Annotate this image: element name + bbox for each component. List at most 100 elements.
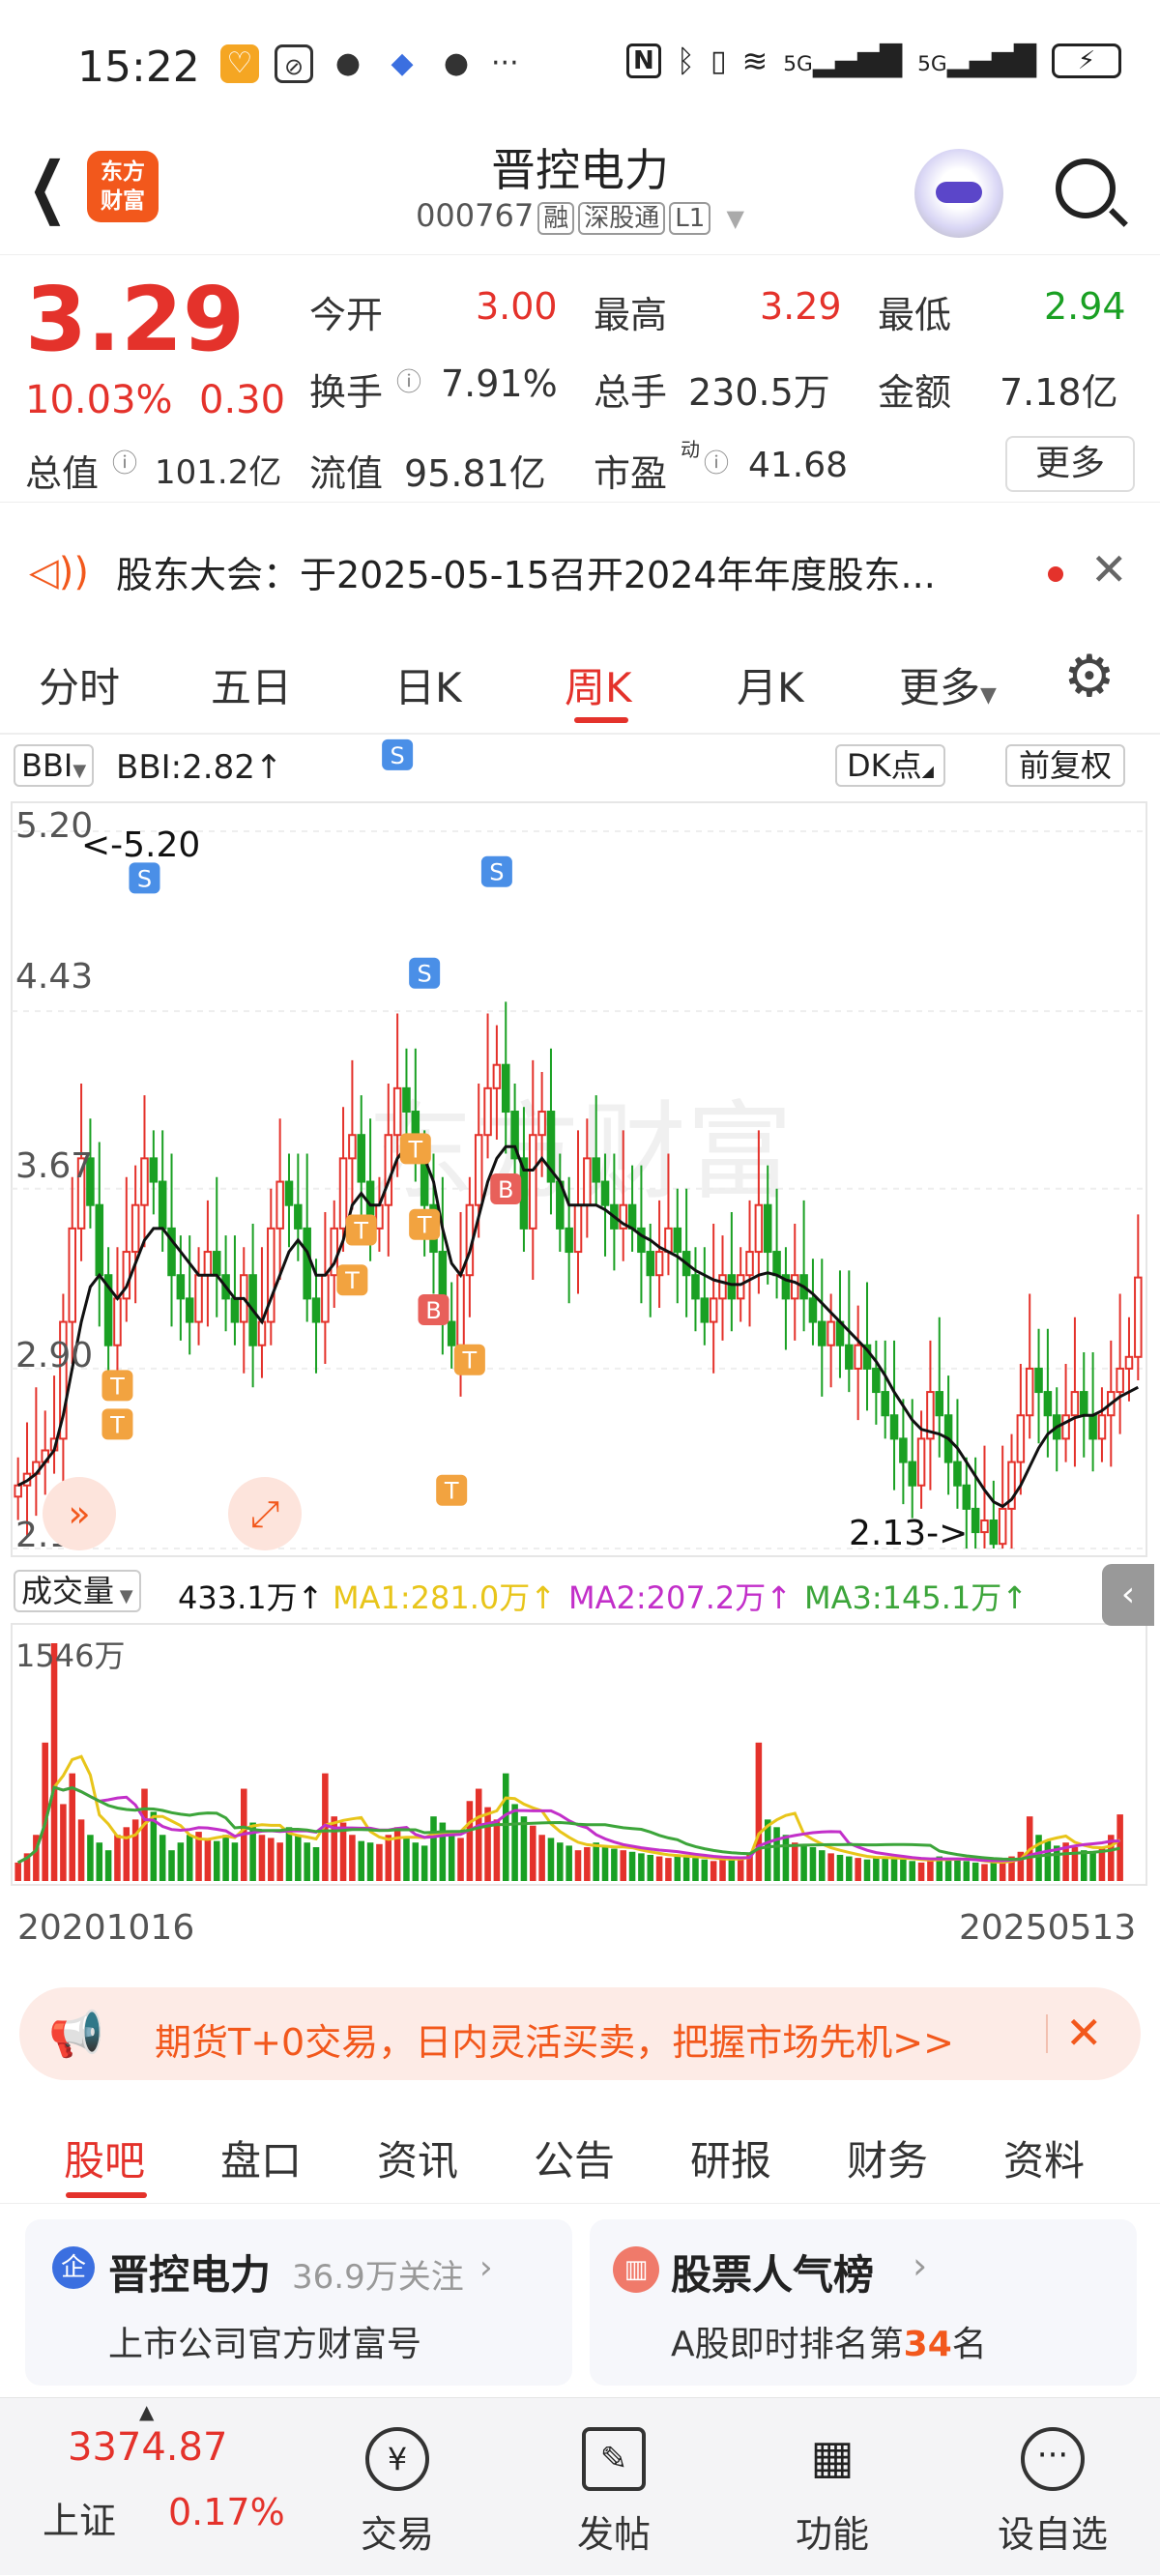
candle-body xyxy=(501,1063,510,1114)
volume-bar xyxy=(990,1862,998,1881)
tab-monthly-k[interactable]: 月K xyxy=(737,655,804,714)
candle-body xyxy=(736,1274,745,1300)
candle-body xyxy=(826,1320,835,1346)
pe-label: 市盈 xyxy=(594,452,668,495)
volume-bar xyxy=(96,1842,103,1881)
signal-label: B xyxy=(425,1297,441,1324)
candlestick-chart[interactable]: 东方财富 SSSSTTTTTTTTBB xyxy=(0,735,1160,1953)
tab-weekly-k[interactable]: 周K xyxy=(565,655,632,714)
volume-bar xyxy=(285,1827,293,1881)
collapse-panel-button[interactable]: ‹ xyxy=(1102,1564,1154,1626)
tab-announcements[interactable]: 公告 xyxy=(534,2128,615,2187)
volume-indicator-select[interactable]: 成交量 ▼ xyxy=(14,1570,141,1612)
assistant-robot-icon[interactable] xyxy=(914,149,1003,238)
tab-intraday[interactable]: 分时 xyxy=(39,655,120,714)
tab-forum[interactable]: 股吧 xyxy=(64,2128,145,2187)
pe-info-icon[interactable]: ⓘ xyxy=(704,444,729,479)
volume-bar xyxy=(574,1850,582,1881)
fullscreen-icon[interactable]: ⤢ xyxy=(228,1477,302,1550)
turnover-info-icon[interactable]: ⓘ xyxy=(396,362,421,398)
volume-bar xyxy=(927,1859,934,1881)
index-widget[interactable]: ▲ 3374.87 上证 0.17% xyxy=(0,2398,309,2576)
candle-body xyxy=(745,1251,754,1277)
volume-bar xyxy=(620,1850,626,1881)
volume-bar xyxy=(520,1816,528,1881)
speaker-icon: ◁)) xyxy=(29,550,89,594)
company-account-card[interactable]: 企 晋控电力 36.9万关注 › 上市公司官方财富号 xyxy=(25,2219,572,2386)
ma3-value: MA3:145.1万↑ xyxy=(804,1579,1029,1616)
search-icon[interactable] xyxy=(1056,159,1116,218)
nav-watchlist-label: 设自选 xyxy=(997,2513,1108,2556)
volume-bar xyxy=(836,1854,844,1881)
period-tabs: 分时 五日 日K 周K 月K 更多▼ ⚙ xyxy=(0,628,1160,735)
candle-body xyxy=(338,1157,348,1230)
chevron-right-icon: › xyxy=(479,2248,493,2287)
index-change: 0.17% xyxy=(168,2491,285,2533)
volume-bar xyxy=(77,1819,85,1881)
volume-bar xyxy=(682,1856,690,1881)
volume-bar xyxy=(710,1861,717,1881)
y-tick-label: 2.90 xyxy=(15,1336,94,1375)
edit-icon: ✎ xyxy=(582,2427,646,2491)
stock-code: 000767 xyxy=(416,197,535,234)
back-icon[interactable]: ❮ xyxy=(28,153,68,220)
close-icon[interactable]: ✕ xyxy=(1090,543,1128,595)
volume-bar xyxy=(628,1851,636,1881)
candle-body xyxy=(845,1344,854,1370)
candle-body xyxy=(646,1251,655,1277)
candle-body xyxy=(276,1180,284,1230)
volume-bar xyxy=(403,1838,410,1881)
volume-bar xyxy=(819,1850,826,1881)
expand-left-button[interactable]: » xyxy=(43,1477,116,1550)
tab-more[interactable]: 更多▼ xyxy=(899,655,997,714)
tab-news[interactable]: 资讯 xyxy=(377,2128,458,2187)
volume-bar xyxy=(882,1856,888,1881)
candle-body xyxy=(772,1251,781,1277)
volume-bar xyxy=(457,1838,464,1881)
candle-body xyxy=(600,1180,610,1206)
notice-text[interactable]: 股东大会：于2025-05-15召开2024年年度股东... xyxy=(116,545,936,598)
tab-research[interactable]: 研报 xyxy=(690,2128,771,2187)
kline-chart-area: BBI▼ BBI:2.82↑ DK点◢ 前复权 东方财富 SSSSTTTTTTT… xyxy=(0,735,1160,1953)
settings-gear-icon[interactable]: ⚙ xyxy=(1063,648,1116,706)
change-percent: 10.03% xyxy=(25,378,173,422)
candle-body xyxy=(1016,1414,1026,1463)
candle-body xyxy=(176,1274,186,1300)
more-button[interactable]: 更多 xyxy=(1005,436,1135,492)
signal-label: S xyxy=(391,742,405,769)
volume-bar xyxy=(909,1861,915,1881)
nav-trade[interactable]: ¥ 交易 xyxy=(325,2398,470,2558)
candle-body xyxy=(627,1203,637,1230)
volume-bar xyxy=(782,1835,790,1881)
signal-label: S xyxy=(489,859,504,886)
tab-profile[interactable]: 资料 xyxy=(1003,2128,1085,2187)
nav-post[interactable]: ✎ 发帖 xyxy=(541,2398,686,2558)
volume-bar xyxy=(809,1846,817,1881)
tab-financials[interactable]: 财务 xyxy=(847,2128,928,2187)
nav-watchlist[interactable]: ··· 设自选 xyxy=(980,2398,1125,2558)
promo-text[interactable]: 期货T+0交易，日内灵活买卖，把握市场先机>> xyxy=(155,2012,954,2066)
mcap-info-icon[interactable]: ⓘ xyxy=(112,444,137,479)
promo-close-icon[interactable]: ✕ xyxy=(1065,2007,1103,2059)
volume-bar xyxy=(665,1858,672,1881)
promo-banner[interactable]: 📢 期货T+0交易，日内灵活买卖，把握市场先机>> ✕ xyxy=(19,1987,1141,2080)
candle-body xyxy=(1061,1414,1070,1440)
volume-bar xyxy=(412,1842,420,1881)
grid-icon: ▦ xyxy=(810,2430,855,2484)
candle-body xyxy=(1116,1367,1124,1394)
megaphone-icon: 📢 xyxy=(48,2008,104,2060)
dropdown-icon[interactable]: ▼ xyxy=(726,205,743,232)
tab-daily-k[interactable]: 日K xyxy=(394,655,462,714)
shield-app-icon: ♡ xyxy=(220,44,259,83)
popularity-rank-card[interactable]: ▥ 股票人气榜 › A股即时排名第34名 xyxy=(590,2219,1137,2386)
more-icon: ··· xyxy=(491,46,519,80)
volume-bar xyxy=(863,1859,871,1881)
tab-orderbook[interactable]: 盘口 xyxy=(220,2128,302,2187)
nav-functions[interactable]: ▦ 功能 xyxy=(760,2398,905,2558)
tab-5day[interactable]: 五日 xyxy=(211,655,292,714)
candle-body xyxy=(763,1203,772,1254)
tag-level: L1 xyxy=(669,202,711,235)
notice-bar[interactable]: ◁)) 股东大会：于2025-05-15召开2024年年度股东... ✕ xyxy=(0,522,1160,622)
candle-body xyxy=(456,1274,465,1346)
wechat-icon-2: ● xyxy=(443,46,470,80)
